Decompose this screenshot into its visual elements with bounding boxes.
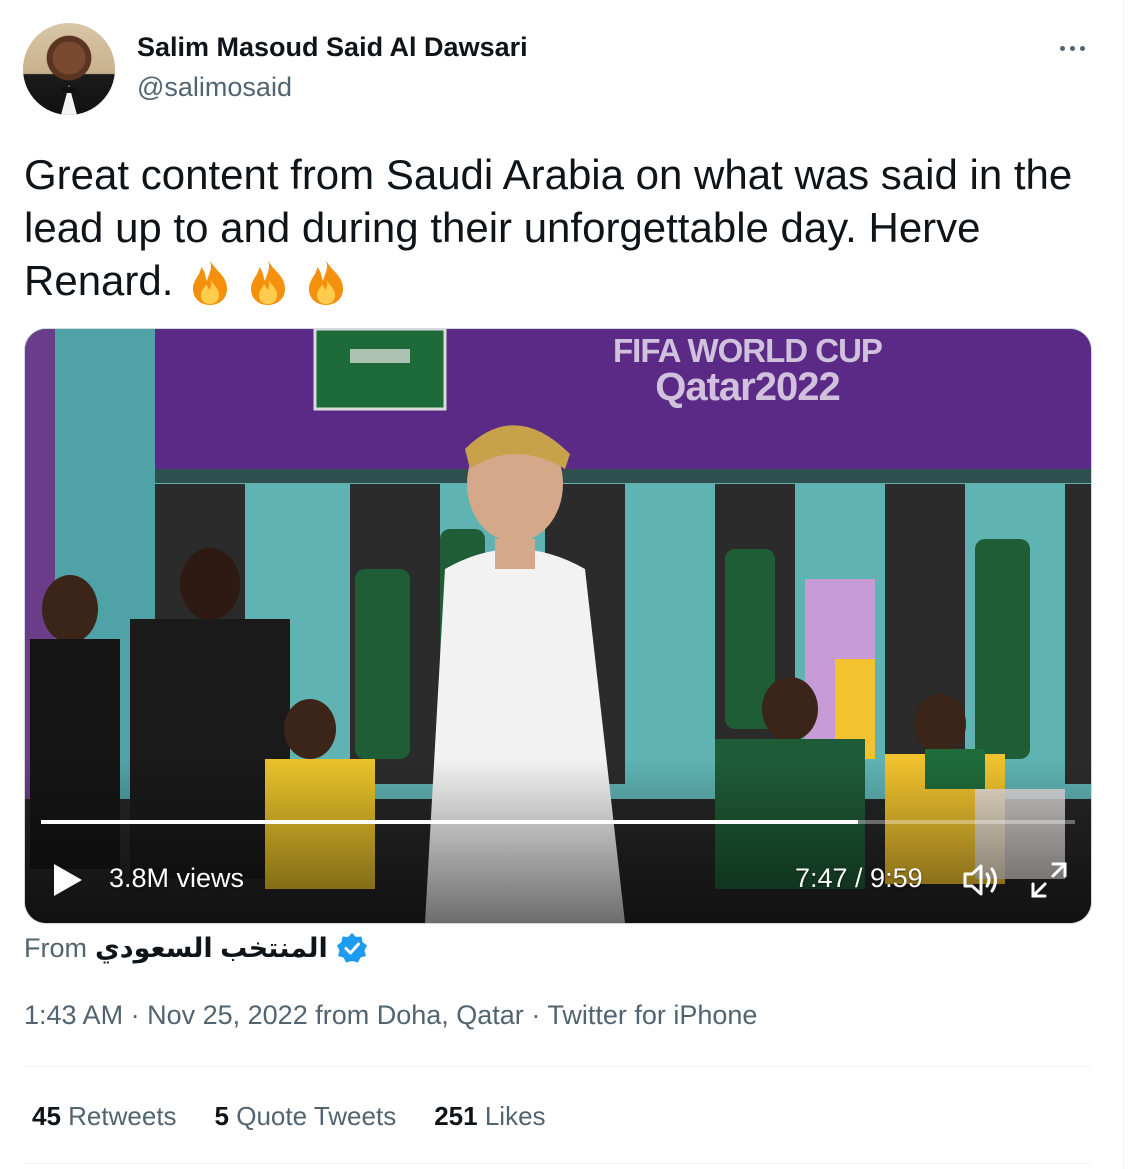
likes-count: 251 [434,1101,478,1131]
retweets-label: Retweets [68,1101,177,1131]
tweet-client[interactable]: Twitter for iPhone [547,1000,757,1030]
volume-icon[interactable] [962,862,1002,898]
tweet-time[interactable]: 1:43 AM [24,1000,123,1030]
meta-separator: · [130,1000,140,1030]
quotes-count: 5 [214,1101,230,1131]
source-account-name[interactable]: المنتخب السعودي [95,933,328,964]
divider [24,1066,1090,1067]
video-views: 3.8M views [109,863,245,893]
banner-line-1: FIFA WORLD CUP [613,332,883,369]
video-source-line: From المنتخب السعودي [24,932,368,964]
divider [24,1163,1090,1164]
tweet-metadata: 1:43 AM · Nov 25, 2022 from Doha, Qatar … [24,1000,757,1031]
quote-tweets-stat[interactable]: 5 Quote Tweets [215,1101,397,1132]
meta-separator: · [531,1000,541,1030]
fire-emoji-icon [301,257,351,307]
fullscreen-icon[interactable] [1029,860,1069,900]
fire-emoji-icon [185,257,235,307]
author-handle[interactable]: @salimosaid [137,72,292,103]
verified-badge-icon [336,933,367,963]
source-prefix: From [24,932,87,963]
fire-emoji-icon [243,257,293,307]
tweet-date-location[interactable]: Nov 25, 2022 from Doha, Qatar [147,1000,524,1030]
video-banner-text: FIFA WORLD CUP Qatar2022 [613,332,883,409]
retweets-stat[interactable]: 45 Retweets [32,1101,177,1132]
video-player[interactable]: FIFA WORLD CUP Qatar2022 3.8M views 7:47… [24,328,1092,924]
avatar[interactable] [23,23,115,115]
likes-stat[interactable]: 251 Likes [434,1101,545,1132]
video-progress-fill [41,820,858,824]
video-time: 7:47 / 9:59 [795,863,923,893]
banner-line-2: Qatar2022 [655,365,840,409]
more-options-icon[interactable] [1050,30,1094,66]
timeline-border [1123,0,1124,1169]
quotes-label: Quote Tweets [236,1101,397,1131]
avatar-bowtie [62,87,76,93]
play-icon[interactable] [51,862,85,898]
likes-label: Likes [484,1101,546,1131]
author-display-name[interactable]: Salim Masoud Said Al Dawsari [137,32,528,63]
tweet-body: Great content from Saudi Arabia on what … [24,148,1104,307]
retweets-count: 45 [32,1101,61,1131]
tweet-text: Great content from Saudi Arabia on what … [24,151,1073,304]
video-frame [25,329,1091,923]
video-progress-bar[interactable] [41,820,1075,824]
engagement-stats: 45 Retweets 5 Quote Tweets 251 Likes [32,1101,546,1132]
